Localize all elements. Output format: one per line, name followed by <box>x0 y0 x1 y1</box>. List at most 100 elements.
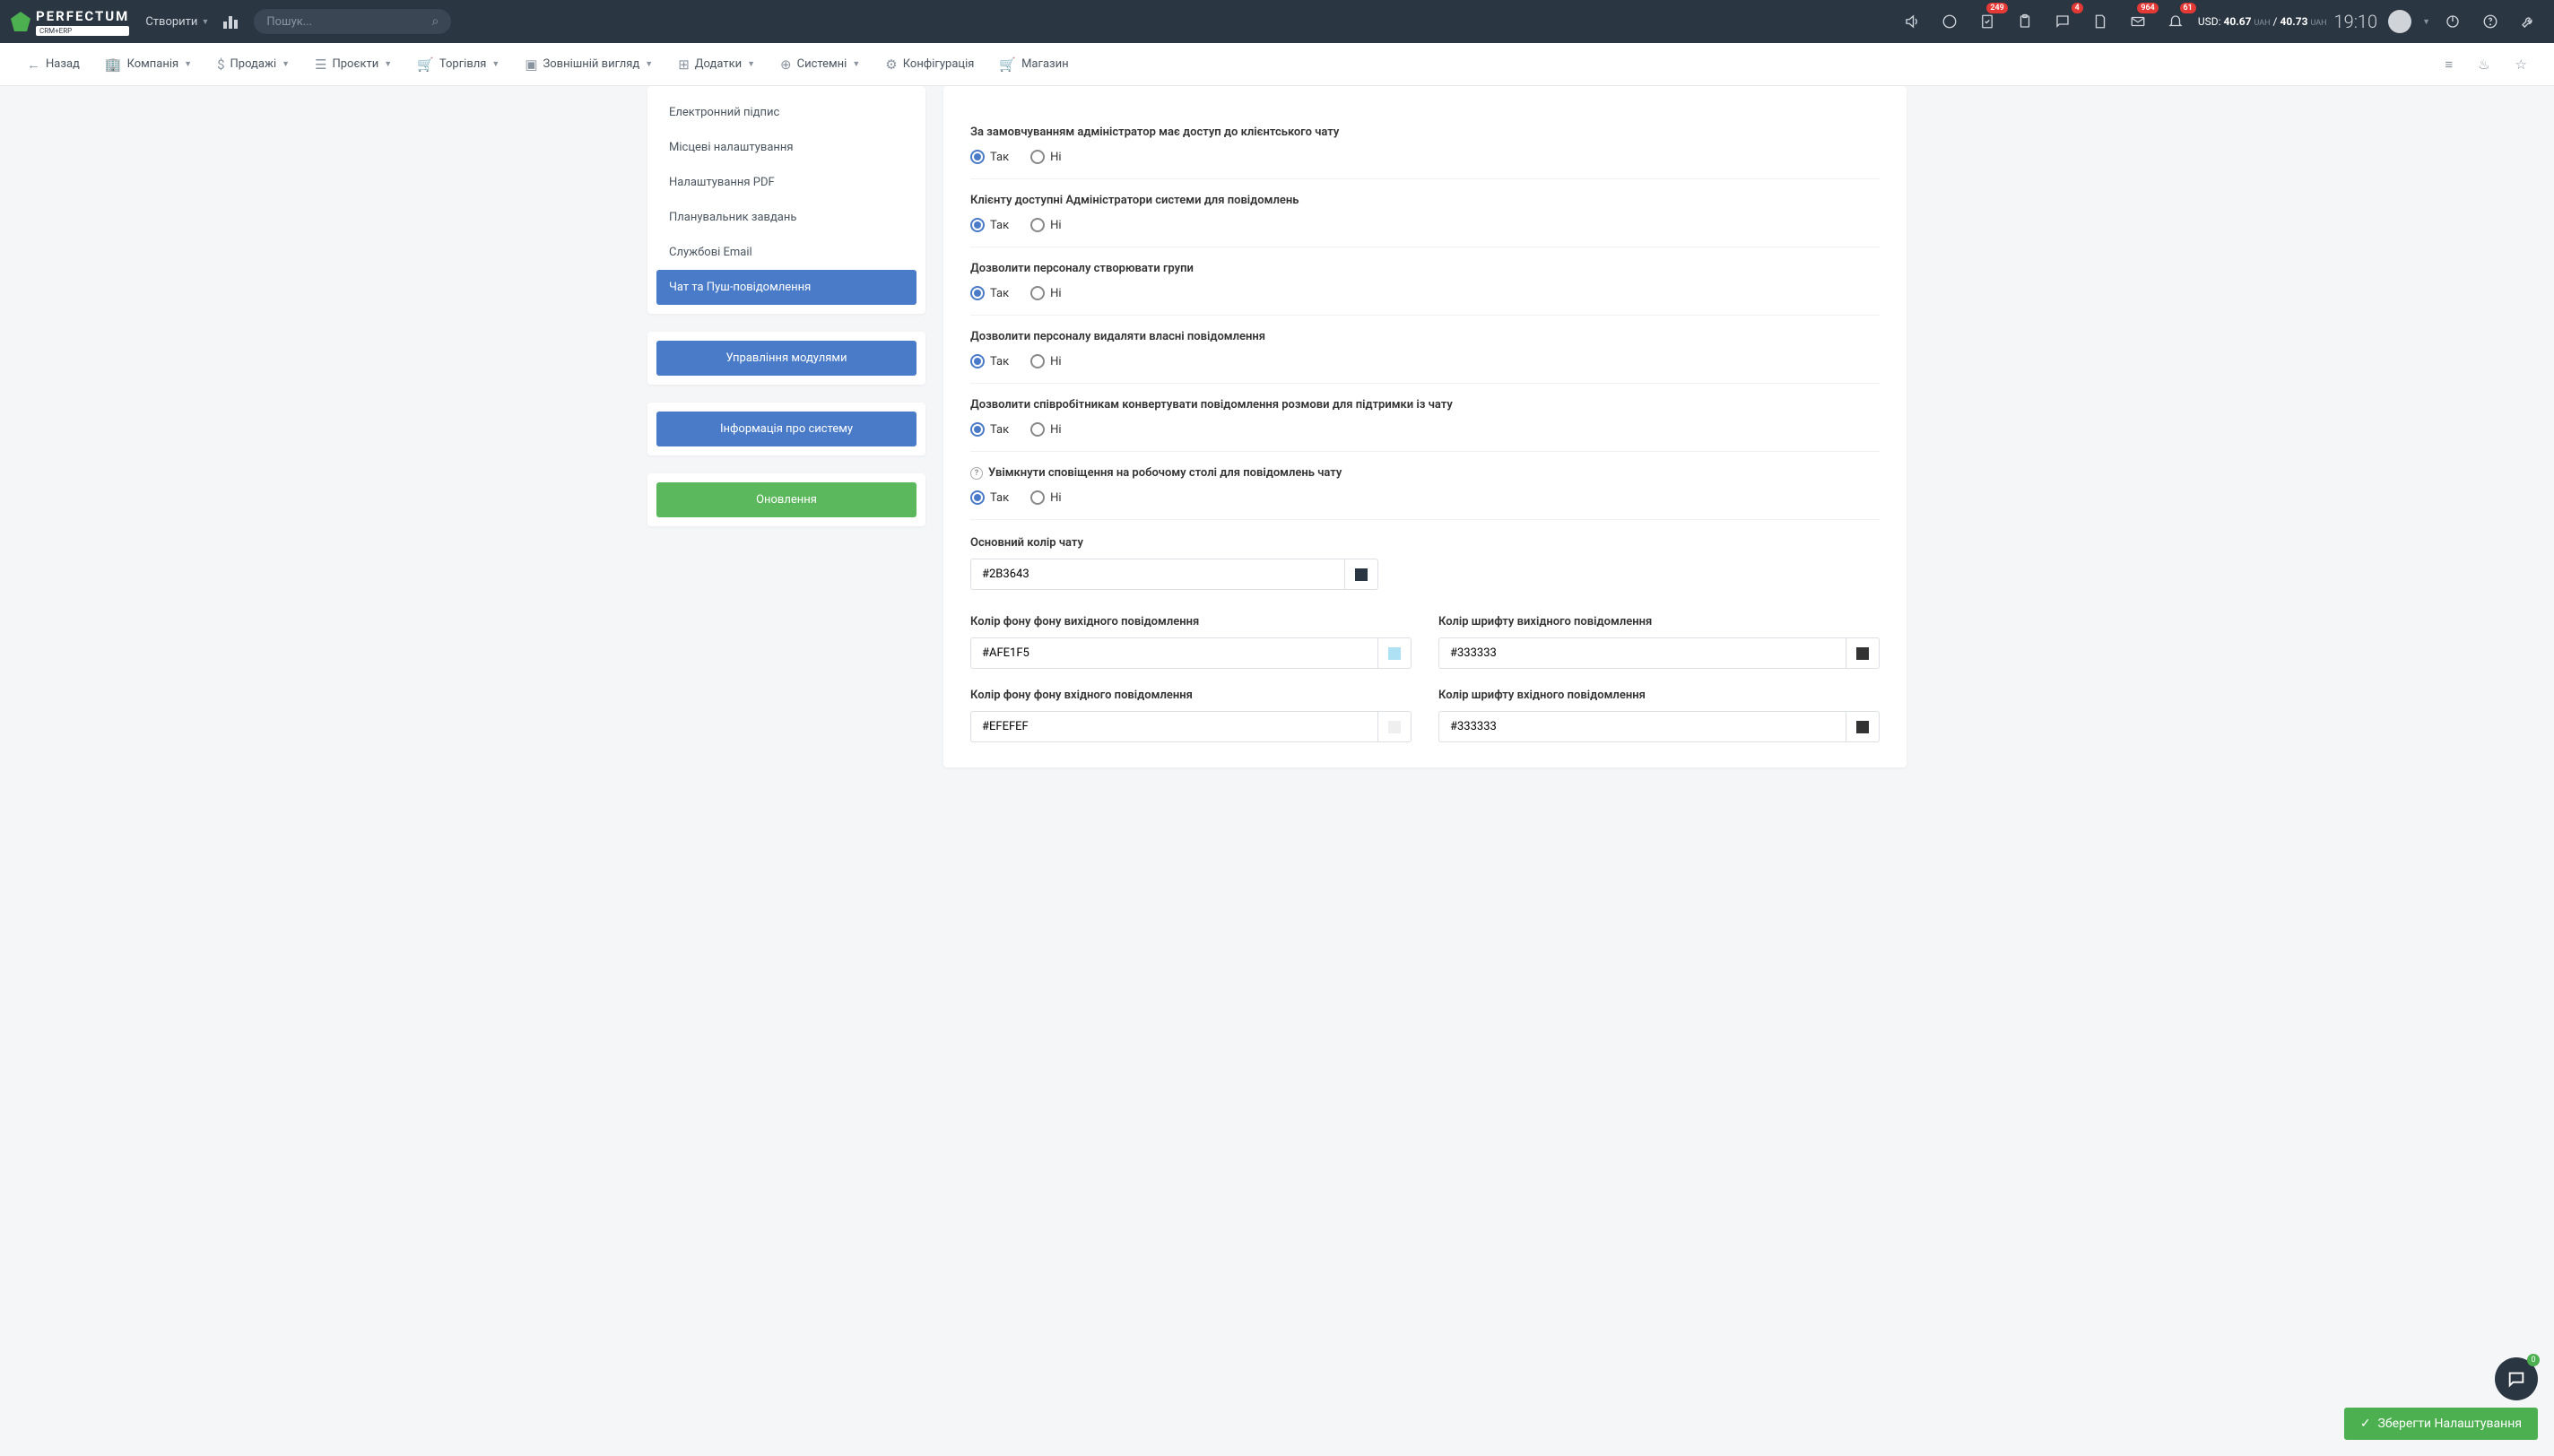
cart-icon: 🛒 <box>999 56 1016 73</box>
q1-yes[interactable]: Так <box>970 150 1009 164</box>
navbar: ← Назад 🏢Компанія▼ $Продажі▼ ☰Проєкти▼ 🛒… <box>0 43 2554 86</box>
q6-no[interactable]: Ні <box>1030 490 1061 505</box>
chevron-down-icon: ▼ <box>384 59 392 69</box>
layers-icon: ☰ <box>315 56 326 73</box>
nav-config[interactable]: ⚙Конфігурація <box>874 43 985 85</box>
analytics-icon[interactable] <box>216 6 247 37</box>
color-outfont-label: Колір шрифту вихідного повідомлення <box>1438 615 1880 628</box>
q2-yes[interactable]: Так <box>970 218 1009 232</box>
color-inbg-label: Колір фону фону вхідного повідомлення <box>970 689 1412 702</box>
q2-no[interactable]: Ні <box>1030 218 1061 232</box>
flame-icon[interactable]: ♨ <box>2467 43 2500 85</box>
logo-text: PERFECTUM <box>36 8 129 24</box>
star-icon[interactable]: ☆ <box>2505 43 2538 85</box>
nav-store[interactable]: 🛒Магазин <box>988 43 1079 85</box>
color-infont-label: Колір шрифту вхідного повідомлення <box>1438 689 1880 702</box>
logo[interactable]: PERFECTUM CRM+ERP <box>11 8 129 36</box>
cart-icon: 🛒 <box>417 56 434 73</box>
sidebar: Електронний підпис Місцеві налаштування … <box>647 86 925 767</box>
document-icon[interactable] <box>2085 6 2115 37</box>
color-infont-swatch[interactable] <box>1846 711 1880 742</box>
color-inbg-swatch[interactable] <box>1377 711 1412 742</box>
nav-trade[interactable]: 🛒Торгівля▼ <box>406 43 510 85</box>
color-main-input[interactable] <box>970 559 1344 590</box>
tasks-icon[interactable]: 249 <box>1972 6 2002 37</box>
color-outbg-swatch[interactable] <box>1377 637 1412 669</box>
color-main-label: Основний колір чату <box>970 536 1378 550</box>
logo-mark-icon <box>11 12 30 31</box>
sidebar-update-card: Оновлення <box>647 473 925 526</box>
q4-yes[interactable]: Так <box>970 354 1009 368</box>
check-icon: ✓ <box>2360 1417 2371 1431</box>
chevron-down-icon[interactable]: ▼ <box>2422 17 2430 27</box>
stack-icon[interactable]: ≡ <box>2434 43 2463 85</box>
q6-label: ?Увімкнути сповіщення на робочому столі … <box>970 466 1880 480</box>
color-main-swatch[interactable] <box>1344 559 1378 590</box>
help-circle-icon[interactable]: ? <box>970 467 983 480</box>
create-dropdown[interactable]: Створити ▼ <box>145 15 209 29</box>
q4-no[interactable]: Ні <box>1030 354 1061 368</box>
topbar: PERFECTUM CRM+ERP Створити ▼ ⌕ 249 4 964… <box>0 0 2554 43</box>
chat-badge: 4 <box>2072 3 2083 13</box>
q4-label: Дозволити персоналу видаляти власні пові… <box>970 330 1880 343</box>
help-icon[interactable] <box>2475 6 2506 37</box>
color-inbg-input[interactable] <box>970 711 1377 742</box>
building-icon: 🏢 <box>105 56 122 73</box>
sidebar-item-chat[interactable]: Чат та Пуш-повідомлення <box>656 270 916 305</box>
nav-addons[interactable]: ⊞Додатки▼ <box>667 43 766 85</box>
q3-no[interactable]: Ні <box>1030 286 1061 300</box>
bell-badge: 61 <box>2180 3 2196 13</box>
sidebar-item-locale[interactable]: Місцеві налаштування <box>656 130 916 165</box>
power-icon[interactable] <box>2437 6 2468 37</box>
bell-icon[interactable]: 61 <box>2160 6 2191 37</box>
update-button[interactable]: Оновлення <box>656 482 916 517</box>
create-label: Створити <box>145 15 197 29</box>
q6-yes[interactable]: Так <box>970 490 1009 505</box>
save-button[interactable]: ✓ Зберегти Налаштування <box>2344 1408 2538 1440</box>
q3-label: Дозволити персоналу створювати групи <box>970 262 1880 275</box>
chat-fab-badge: 0 <box>2527 1354 2540 1366</box>
chat-icon[interactable]: 4 <box>2047 6 2078 37</box>
color-infont-input[interactable] <box>1438 711 1846 742</box>
search-box[interactable]: ⌕ <box>254 9 451 34</box>
clock: 19:10 <box>2334 11 2378 32</box>
sidebar-item-pdf[interactable]: Налаштування PDF <box>656 165 916 200</box>
modules-button[interactable]: Управління модулями <box>656 341 916 376</box>
sidebar-item-esign[interactable]: Електронний підпис <box>656 95 916 130</box>
sidebar-sysinfo-card: Інформація про систему <box>647 403 925 455</box>
currency-display: USD: 40.67 UAH / 40.73 UAH <box>2198 15 2327 28</box>
nav-sales[interactable]: $Продажі▼ <box>206 43 300 85</box>
nav-company[interactable]: 🏢Компанія▼ <box>94 43 203 85</box>
sidebar-modules-card: Управління модулями <box>647 332 925 385</box>
nav-projects[interactable]: ☰Проєкти▼ <box>304 43 403 85</box>
q1-label: За замовчуванням адміністратор має досту… <box>970 126 1880 139</box>
q5-no[interactable]: Ні <box>1030 422 1061 437</box>
main-form: За замовчуванням адміністратор має досту… <box>943 86 1907 767</box>
nav-system[interactable]: ⊕Системні▼ <box>769 43 871 85</box>
q5-yes[interactable]: Так <box>970 422 1009 437</box>
sysinfo-button[interactable]: Інформація про систему <box>656 412 916 446</box>
save-label: Зберегти Налаштування <box>2378 1417 2522 1431</box>
sidebar-item-email[interactable]: Службові Email <box>656 235 916 270</box>
mail-badge: 964 <box>2137 3 2158 13</box>
nav-back[interactable]: ← Назад <box>16 43 91 85</box>
sidebar-item-scheduler[interactable]: Планувальник завдань <box>656 200 916 235</box>
color-outfont-swatch[interactable] <box>1846 637 1880 669</box>
color-outfont-input[interactable] <box>1438 637 1846 669</box>
chat-fab[interactable]: 0 <box>2495 1357 2538 1400</box>
mail-icon[interactable]: 964 <box>2123 6 2153 37</box>
q3-yes[interactable]: Так <box>970 286 1009 300</box>
tasks-badge: 249 <box>1986 3 2007 13</box>
q1-no[interactable]: Ні <box>1030 150 1061 164</box>
color-outbg-input[interactable] <box>970 637 1377 669</box>
tools-icon[interactable] <box>2513 6 2543 37</box>
messages-icon[interactable] <box>1934 6 1965 37</box>
clipboard-icon[interactable] <box>2010 6 2040 37</box>
avatar-icon <box>2388 10 2411 33</box>
color-outbg-label: Колір фону фону вихідного повідомлення <box>970 615 1412 628</box>
sound-icon[interactable] <box>1897 6 1927 37</box>
search-input[interactable] <box>266 15 431 29</box>
nav-appearance[interactable]: ▣Зовнішній вигляд▼ <box>514 43 664 85</box>
chevron-down-icon: ▼ <box>747 59 755 69</box>
user-menu[interactable] <box>2385 6 2415 37</box>
